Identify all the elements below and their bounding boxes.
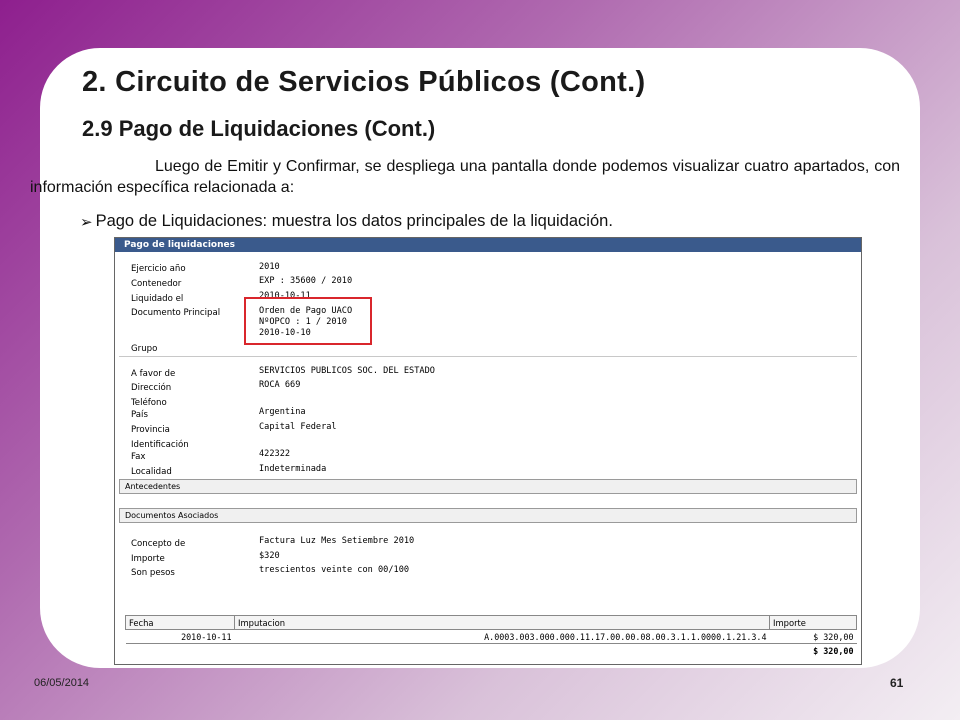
column-header-importe: Importe bbox=[769, 615, 857, 630]
concept-group: Concepto de Factura Luz Mes Setiembre 20… bbox=[119, 523, 857, 581]
field-label: Concepto de bbox=[131, 539, 186, 549]
cell-fecha: 2010-10-11 bbox=[125, 629, 235, 644]
footer-date: 06/05/2014 bbox=[34, 677, 90, 689]
page-number: 61 bbox=[890, 676, 904, 690]
field-value: Capital Federal bbox=[259, 422, 337, 432]
arrow-bullet-icon: ➢ bbox=[80, 213, 93, 231]
embedded-screenshot: Pago de liquidaciones Ejercicio año 2010… bbox=[114, 237, 862, 665]
highlight-box bbox=[244, 297, 372, 345]
table-row: 2010-10-11 A.0003.003.000.000.11.17.00.0… bbox=[125, 629, 857, 644]
field-label: Liquidado el bbox=[131, 294, 184, 304]
bullet-item: ➢ Pago de Liquidaciones: muestra los dat… bbox=[80, 212, 613, 231]
column-header-fecha: Fecha bbox=[125, 615, 235, 630]
field-value: Argentina bbox=[259, 407, 306, 417]
field-label: Fax bbox=[131, 452, 146, 462]
cell-empty bbox=[235, 644, 770, 658]
body-paragraph: Luego de Emitir y Confirmar, se desplieg… bbox=[30, 156, 900, 198]
table-total-row: $ 320,00 bbox=[126, 644, 857, 658]
cell-imputacion: A.0003.003.000.000.11.17.00.00.08.00.3.1… bbox=[234, 629, 770, 644]
field-value: 2010 bbox=[259, 262, 280, 272]
slide-title: 2. Circuito de Servicios Públicos (Cont.… bbox=[82, 66, 646, 98]
field-label: Provincia bbox=[131, 425, 170, 435]
field-label: Documento Principal bbox=[131, 308, 221, 318]
field-label: A favor de bbox=[131, 369, 176, 379]
screen-header: Pago de liquidaciones bbox=[115, 238, 861, 252]
field-label: Grupo bbox=[131, 344, 158, 354]
field-value: SERVICIOS PUBLICOS SOC. DEL ESTADO bbox=[259, 366, 435, 376]
field-label: Identificación bbox=[131, 440, 189, 450]
field-label: Contenedor bbox=[131, 279, 182, 289]
field-value: ROCA 669 bbox=[259, 380, 301, 390]
field-value: 422322 bbox=[259, 449, 291, 459]
field-value: Indeterminada bbox=[259, 464, 327, 474]
general-data-group: Ejercicio año 2010 Contenedor EXP : 3560… bbox=[119, 252, 857, 357]
bullet-text: Pago de Liquidaciones: muestra los datos… bbox=[95, 212, 613, 230]
field-value: trescientos veinte con 00/100 bbox=[259, 565, 410, 575]
documentos-asociados-section[interactable]: Documentos Asociados bbox=[119, 508, 857, 523]
field-label: Importe bbox=[131, 554, 165, 564]
antecedentes-section[interactable]: Antecedentes bbox=[119, 479, 857, 494]
field-label: Localidad bbox=[131, 467, 172, 477]
body-text: Luego de Emitir y Confirmar, se desplieg… bbox=[30, 158, 900, 196]
field-label: Son pesos bbox=[131, 568, 175, 578]
field-label: Teléfono bbox=[131, 398, 167, 408]
table-header-row: Fecha Imputacion Importe bbox=[125, 615, 857, 630]
cell-total: $ 320,00 bbox=[813, 645, 854, 656]
field-value: EXP : 35600 / 2010 bbox=[259, 276, 353, 286]
cell-importe: $ 320,00 bbox=[769, 629, 857, 644]
beneficiary-group: A favor de SERVICIOS PUBLICOS SOC. DEL E… bbox=[119, 357, 857, 479]
field-label: Ejercicio año bbox=[131, 264, 186, 274]
field-label: País bbox=[131, 410, 148, 420]
field-value: Factura Luz Mes Setiembre 2010 bbox=[259, 536, 415, 546]
column-header-imputacion: Imputacion bbox=[234, 615, 770, 630]
imputation-table: Fecha Imputacion Importe 2010-10-11 A.00… bbox=[125, 615, 857, 657]
field-label: Dirección bbox=[131, 383, 172, 393]
field-value: $320 bbox=[259, 551, 280, 561]
cell-empty bbox=[126, 644, 235, 658]
slide-subtitle: 2.9 Pago de Liquidaciones (Cont.) bbox=[82, 116, 436, 141]
